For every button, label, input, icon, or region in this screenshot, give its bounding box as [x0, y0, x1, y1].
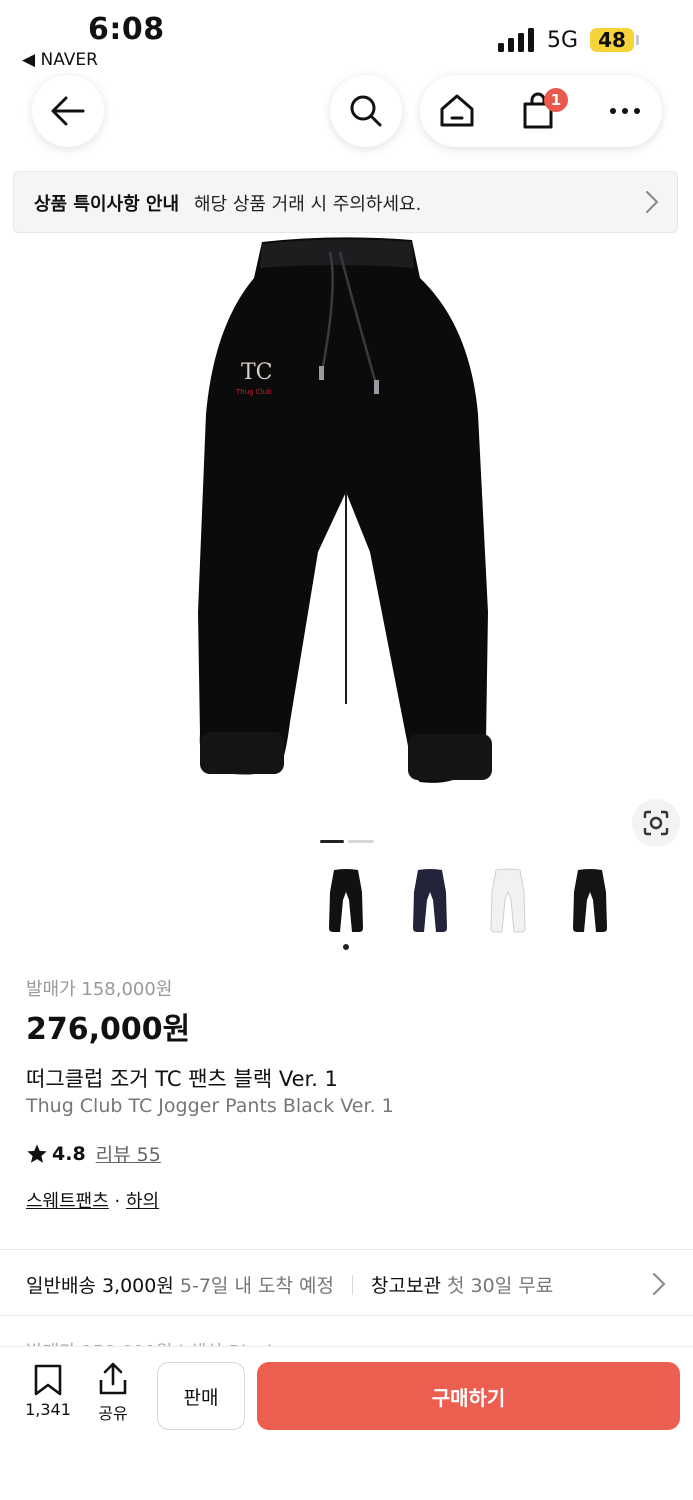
battery-cap — [636, 35, 639, 45]
search-icon — [350, 95, 382, 127]
gallery-indicator — [348, 840, 374, 843]
pants-thumbnail-image — [490, 868, 526, 933]
current-price: 276,000원 — [26, 1012, 191, 1047]
product-name-korean: 떠그클럽 조거 TC 팬츠 블랙 Ver. 1 — [26, 1067, 338, 1091]
rating-row: 4.8 리뷰 55 — [26, 1140, 161, 1167]
category-link-bottoms[interactable]: 하의 — [126, 1191, 159, 1212]
share-label: 공유 — [98, 1404, 128, 1423]
sell-button[interactable]: 판매 — [157, 1362, 245, 1430]
category-separator: · — [108, 1191, 126, 1212]
divider — [0, 1249, 693, 1250]
bookmark-icon — [34, 1364, 62, 1396]
search-button[interactable] — [330, 75, 402, 147]
back-button[interactable] — [32, 75, 104, 147]
category-breadcrumb: 스웨트팬츠 · 하의 — [26, 1187, 159, 1213]
tc-logo-mark: TC — [241, 360, 273, 385]
color-thumbnail[interactable] — [400, 862, 460, 940]
share-button[interactable]: 공유 — [88, 1362, 138, 1424]
product-name-english: Thug Club TC Jogger Pants Black Ver. 1 — [26, 1095, 394, 1117]
shipping-separator — [351, 1275, 353, 1295]
home-button[interactable] — [438, 92, 478, 132]
battery-icon: 48 — [590, 28, 634, 52]
home-icon — [440, 94, 474, 127]
pants-thumbnail-image — [329, 869, 363, 932]
back-to-app-link[interactable]: ◀ NAVER — [22, 50, 98, 70]
arrow-left-icon — [51, 96, 85, 126]
product-main-image[interactable]: TC Thug Club — [0, 234, 693, 814]
buy-button[interactable]: 구매하기 — [257, 1362, 680, 1430]
more-options-button[interactable] — [605, 96, 645, 126]
star-icon — [27, 1143, 47, 1163]
bottom-bar-border — [0, 1346, 693, 1347]
shipping-row[interactable]: 일반배송 3,000원 5-7일 내 도착 예정 창고보관 첫 30일 무료 — [26, 1271, 553, 1298]
bookmark-count: 1,341 — [25, 1400, 71, 1419]
cart-count-badge: 1 — [544, 88, 568, 112]
gallery-indicator-active — [320, 840, 344, 843]
chevron-right-icon — [653, 1273, 666, 1295]
category-link-sweatpants[interactable]: 스웨트팬츠 — [26, 1191, 109, 1212]
color-thumbnail[interactable] — [478, 862, 538, 940]
reviews-link[interactable]: 리뷰 55 — [96, 1140, 161, 1167]
notice-title: 상품 특이사항 안내 — [34, 194, 180, 215]
image-search-button[interactable] — [632, 799, 680, 847]
svg-text:Thug Club: Thug Club — [235, 388, 272, 396]
rating-value: 4.8 — [52, 1142, 86, 1165]
bookmark-button[interactable]: 1,341 — [18, 1364, 78, 1419]
warehouse-storage-note: 첫 30일 무료 — [447, 1275, 554, 1297]
divider — [0, 1315, 693, 1316]
more-dots-icon — [610, 108, 640, 114]
signal-icon — [498, 28, 534, 52]
product-notice-banner[interactable]: 상품 특이사항 안내 해당 상품 거래 시 주의하세요. — [13, 171, 678, 233]
share-icon — [99, 1362, 127, 1395]
notice-text: 해당 상품 거래 시 주의하세요. — [194, 194, 422, 215]
color-thumbnail[interactable] — [316, 862, 376, 940]
scan-icon — [643, 810, 669, 836]
warehouse-storage-label: 창고보관 — [371, 1275, 441, 1297]
release-price: 발매가 158,000원 — [26, 979, 173, 1000]
chevron-right-icon — [646, 191, 659, 213]
status-time: 6:08 — [88, 12, 165, 47]
standard-shipping-eta: 5-7일 내 도착 예정 — [179, 1275, 334, 1297]
standard-shipping-label: 일반배송 3,000원 — [26, 1275, 174, 1297]
selected-thumbnail-dot — [343, 944, 349, 950]
network-type: 5G — [547, 28, 579, 53]
pants-thumbnail-image — [573, 869, 607, 932]
pants-thumbnail-image — [413, 869, 447, 932]
color-thumbnail[interactable] — [560, 862, 620, 940]
